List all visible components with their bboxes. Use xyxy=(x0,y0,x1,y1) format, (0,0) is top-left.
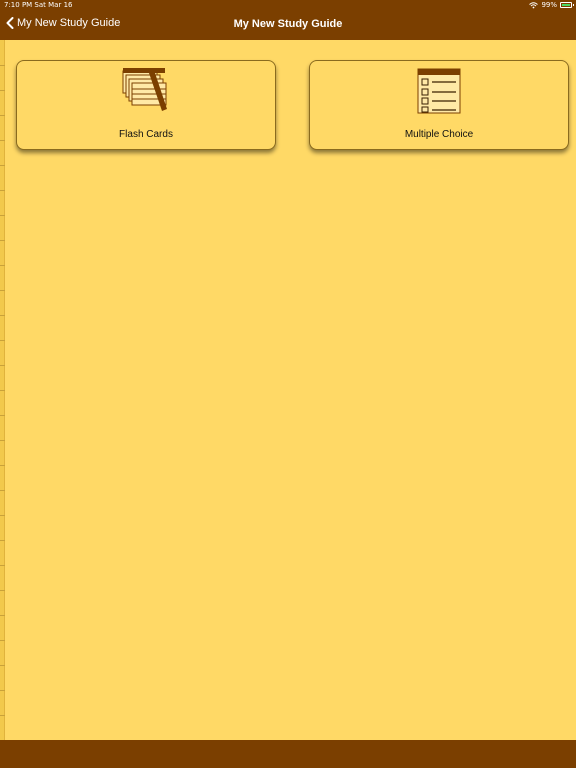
flash-cards-label: Flash Cards xyxy=(119,129,173,140)
battery-icon xyxy=(560,2,574,8)
checklist-icon xyxy=(417,68,461,114)
page-title: My New Study Guide xyxy=(233,18,343,30)
flash-cards-icon xyxy=(122,68,167,111)
wifi-icon xyxy=(529,1,539,8)
bottom-toolbar xyxy=(0,740,576,768)
top-navigation-bar: 7:10 PM Sat Mar 16 99% My New Study Guid… xyxy=(0,0,576,40)
battery-percent: 99% xyxy=(541,1,557,9)
flash-cards-button[interactable]: Flash Cards xyxy=(16,60,276,150)
multiple-choice-button[interactable]: Multiple Choice xyxy=(309,60,569,150)
left-margin-rail xyxy=(0,40,5,740)
multiple-choice-label: Multiple Choice xyxy=(404,129,474,140)
status-indicators: 99% xyxy=(529,1,574,9)
status-time: 7:10 PM Sat Mar 16 xyxy=(4,1,73,9)
